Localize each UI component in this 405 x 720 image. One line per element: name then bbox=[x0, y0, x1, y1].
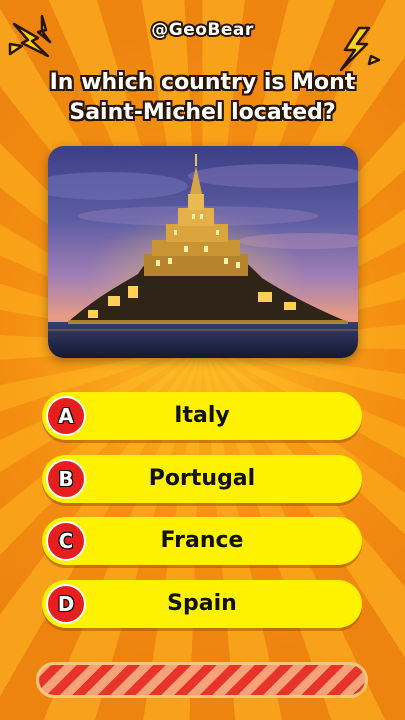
answer-label: France bbox=[160, 528, 244, 553]
answer-option-c[interactable]: C France bbox=[42, 517, 362, 565]
answer-option-a[interactable]: A Italy bbox=[42, 392, 362, 440]
answer-option-b[interactable]: B Portugal bbox=[42, 455, 362, 503]
countdown-timer-bar bbox=[36, 662, 368, 698]
question-image bbox=[48, 146, 358, 358]
answer-label: Portugal bbox=[148, 466, 256, 491]
question-text: In which country is Mont Saint-Michel lo… bbox=[49, 70, 356, 125]
answer-label: Spain bbox=[167, 591, 237, 616]
countdown-timer-fill bbox=[39, 665, 365, 695]
mont-saint-michel-photo bbox=[48, 146, 358, 358]
answer-label: Italy bbox=[174, 403, 230, 428]
channel-handle: @GeoBear bbox=[151, 20, 254, 40]
answer-option-d[interactable]: D Spain bbox=[42, 580, 362, 628]
